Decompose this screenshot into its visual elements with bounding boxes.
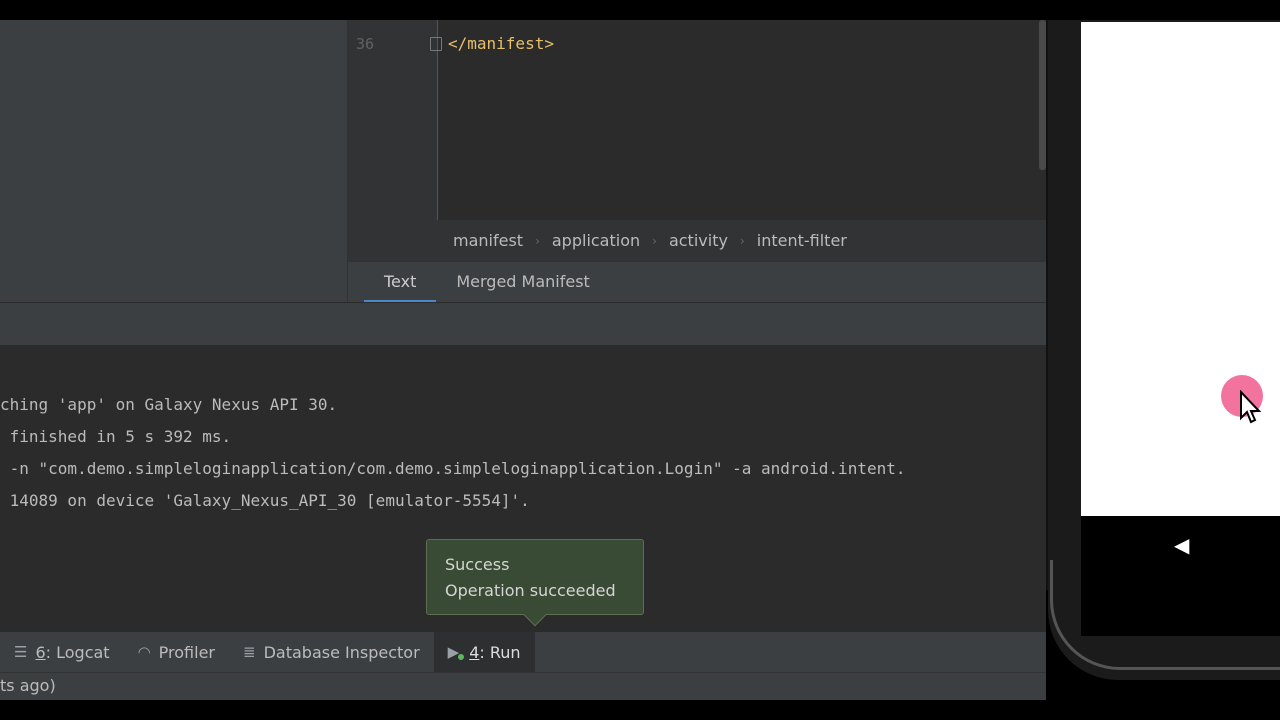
logcat-number: 6 xyxy=(35,642,46,662)
fold-icon[interactable] xyxy=(430,37,442,51)
console-line: finished in 5 s 392 ms. xyxy=(0,427,232,446)
run-number: 4 xyxy=(469,642,480,662)
back-triangle-icon[interactable]: ◀ xyxy=(1174,533,1189,557)
screen-frame: 36 </manifest> manifest › application › … xyxy=(0,0,1280,720)
mouse-pointer-icon xyxy=(1240,390,1262,424)
tool-window-bar: ☰ 6 : Logcat ◠ Profiler ≣ Database Inspe… xyxy=(0,632,1046,672)
editor-tabs: Text Merged Manifest xyxy=(348,261,1046,303)
database-icon: ≣ xyxy=(243,643,256,661)
code-line[interactable]: </manifest> xyxy=(448,34,554,53)
chevron-right-icon: › xyxy=(739,233,745,248)
line-number: 36 xyxy=(356,35,375,53)
run-tool-button[interactable]: ▶ 4 : Run xyxy=(433,632,535,672)
status-text: ts ago) xyxy=(0,676,56,695)
project-panel xyxy=(0,20,348,302)
breadcrumb: manifest › application › activity › inte… xyxy=(348,220,1046,261)
profiler-gauge-icon: ◠ xyxy=(137,643,151,661)
notification-message: Operation succeeded xyxy=(445,581,616,600)
breadcrumb-item-intent-filter[interactable]: intent-filter xyxy=(757,231,847,250)
run-play-icon: ▶ xyxy=(448,643,464,661)
breadcrumb-item-application[interactable]: application xyxy=(552,231,640,250)
profiler-tool-button[interactable]: ◠ Profiler xyxy=(124,632,229,672)
run-label: : Run xyxy=(479,642,521,662)
logcat-icon: ☰ xyxy=(14,643,28,661)
breadcrumb-item-manifest[interactable]: manifest xyxy=(453,231,523,250)
console-line: ching 'app' on Galaxy Nexus API 30. xyxy=(0,395,338,414)
running-indicator xyxy=(457,654,464,660)
status-bar: ts ago) xyxy=(0,672,1046,700)
tab-text[interactable]: Text xyxy=(364,262,437,303)
console-line: 14089 on device 'Galaxy_Nexus_API_30 [em… xyxy=(0,491,530,510)
success-notification[interactable]: Success Operation succeeded xyxy=(426,539,644,627)
editor-gutter: 36 xyxy=(348,20,442,220)
run-panel-header xyxy=(0,302,1046,346)
tab-merged-manifest[interactable]: Merged Manifest xyxy=(436,262,609,303)
notification-title: Success xyxy=(445,555,510,574)
chevron-right-icon: › xyxy=(535,233,540,248)
profiler-label: Profiler xyxy=(158,642,215,662)
editor-scrollbar[interactable] xyxy=(1039,20,1046,170)
chevron-right-icon: › xyxy=(652,233,657,248)
emulator-screen[interactable] xyxy=(1081,22,1280,516)
database-inspector-tool-button[interactable]: ≣ Database Inspector xyxy=(229,632,434,672)
code-editor[interactable]: 36 </manifest> xyxy=(348,20,1046,220)
breadcrumb-item-activity[interactable]: activity xyxy=(669,231,728,250)
console-line: -n "com.demo.simpleloginapplication/com.… xyxy=(0,459,906,478)
logcat-label: : Logcat xyxy=(45,642,110,662)
database-inspector-label: Database Inspector xyxy=(263,642,420,662)
logcat-tool-button[interactable]: ☰ 6 : Logcat xyxy=(0,632,124,672)
